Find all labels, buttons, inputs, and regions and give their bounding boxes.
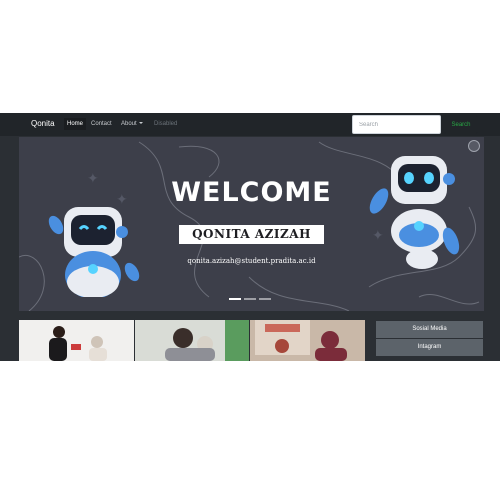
navbar: Qonita Home Contact About Disabled Searc… <box>0 113 500 136</box>
nav-item-contact[interactable]: Contact <box>91 121 112 127</box>
carousel-indicators <box>229 298 271 302</box>
hero-email: qonita.azizah@student.pradita.ac.id <box>187 257 316 265</box>
nav-item-home[interactable]: Home <box>64 118 87 130</box>
photo-image <box>49 326 107 361</box>
gallery-photo[interactable] <box>134 320 250 361</box>
carousel-indicator[interactable] <box>259 298 271 300</box>
hero-name: QONITA AZIZAH <box>179 225 324 244</box>
page: Qonita Home Contact About Disabled Searc… <box>0 113 500 361</box>
expand-icon[interactable] <box>468 140 480 152</box>
carousel-indicator[interactable] <box>229 298 241 300</box>
search-input[interactable] <box>352 115 441 134</box>
robot-right-illustration <box>369 156 460 269</box>
chevron-down-icon <box>138 122 143 125</box>
gallery-photo[interactable] <box>250 320 365 361</box>
photo-gallery <box>19 320 365 361</box>
photo-image <box>164 320 250 361</box>
photo-image <box>255 320 348 361</box>
hero-title: WELCOME <box>171 177 332 208</box>
hero-carousel[interactable]: ✦ ✦ ✦ WELCOME QONITA AZIZAH qonita.aziza… <box>19 137 484 311</box>
nav-item-about-label: About <box>121 121 137 127</box>
gallery-photo[interactable] <box>19 320 134 361</box>
navbar-brand[interactable]: Qonita <box>31 119 55 128</box>
instagram-button[interactable]: Intagram <box>376 339 483 356</box>
carousel-indicator[interactable] <box>244 298 256 300</box>
sidebar: Sosial Media Intagram <box>376 321 483 357</box>
nav-item-disabled: Disabled <box>154 121 178 127</box>
sosial-media-button[interactable]: Sosial Media <box>376 321 483 338</box>
search-button[interactable]: Search <box>444 115 478 134</box>
nav-item-about[interactable]: About <box>121 121 143 127</box>
